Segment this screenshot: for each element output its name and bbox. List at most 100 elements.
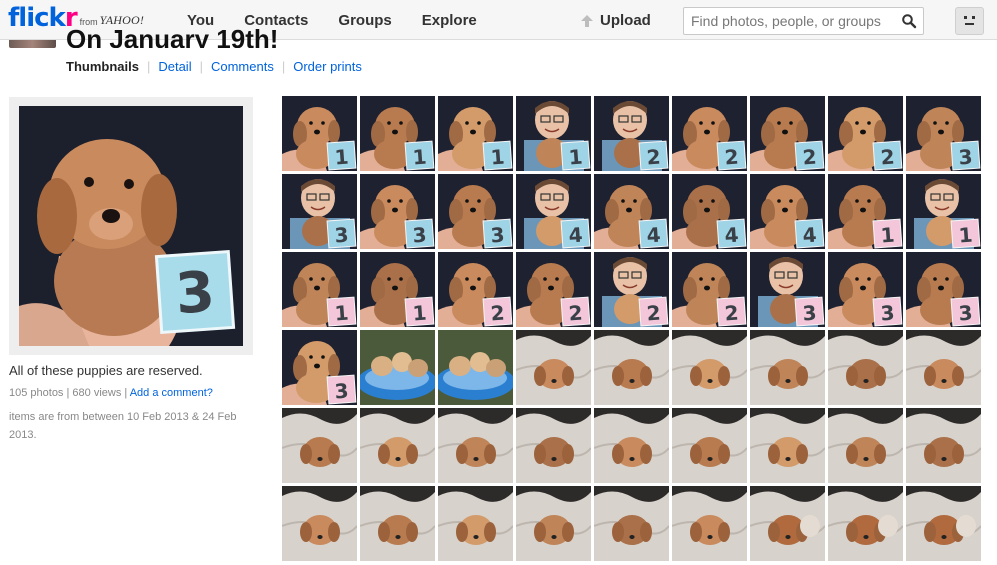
photo-thumbnail[interactable] — [750, 408, 825, 483]
search-box — [683, 7, 924, 35]
photo-thumbnail[interactable]: 3 — [906, 96, 981, 171]
photo-thumbnail[interactable] — [828, 330, 903, 405]
add-comment-link[interactable]: Add a comment? — [130, 387, 213, 399]
photo-thumbnail[interactable] — [438, 408, 513, 483]
photo-thumbnail[interactable] — [906, 486, 981, 561]
thumbnail-card-number: 3 — [880, 301, 896, 326]
thumbnail-image — [516, 408, 591, 483]
thumbnail-card-number: 3 — [412, 223, 428, 248]
photo-thumbnail[interactable] — [438, 486, 513, 561]
tab-comments[interactable]: Comments — [211, 59, 274, 74]
photo-thumbnail[interactable]: 2 — [516, 252, 591, 327]
thumbnail-grid: 1 1 1 1 2 2 2 2 3 3 3 3 4 4 4 4 1 1 1 1 2 2 2 2 3 3 3 3 — [282, 96, 982, 565]
tab-order-prints[interactable]: Order prints — [293, 59, 362, 74]
photo-thumbnail[interactable]: 2 — [438, 252, 513, 327]
thumbnail-image: 2 — [438, 252, 513, 327]
thumbnail-image — [438, 408, 513, 483]
photo-thumbnail[interactable]: 2 — [828, 96, 903, 171]
photo-thumbnail[interactable] — [360, 330, 435, 405]
upload-button[interactable]: Upload — [580, 12, 651, 29]
photo-thumbnail[interactable]: 1 — [906, 174, 981, 249]
thumbnail-card-number: 1 — [958, 223, 974, 248]
upload-label: Upload — [600, 12, 651, 29]
thumbnail-image: 1 — [282, 96, 357, 171]
thumbnail-card-number: 2 — [724, 145, 740, 170]
photo-thumbnail[interactable]: 3 — [750, 252, 825, 327]
thumbnail-card-number: 1 — [412, 301, 428, 326]
photo-thumbnail[interactable] — [906, 330, 981, 405]
photo-thumbnail[interactable]: 3 — [282, 330, 357, 405]
photo-thumbnail[interactable] — [516, 330, 591, 405]
photo-thumbnail[interactable]: 3 — [438, 174, 513, 249]
photo-thumbnail[interactable]: 2 — [594, 252, 669, 327]
photo-thumbnail[interactable]: 4 — [516, 174, 591, 249]
thumbnail-card-number: 2 — [802, 145, 818, 170]
photo-thumbnail[interactable] — [360, 486, 435, 561]
set-cover-frame: 3 — [9, 97, 253, 355]
photo-thumbnail[interactable]: 1 — [360, 96, 435, 171]
photo-thumbnail[interactable] — [282, 486, 357, 561]
nav-groups[interactable]: Groups — [338, 12, 391, 29]
photo-thumbnail[interactable]: 3 — [828, 252, 903, 327]
account-menu-button[interactable] — [955, 7, 984, 35]
cover-puppy-image: 3 — [19, 106, 243, 346]
nav-explore[interactable]: Explore — [422, 12, 477, 29]
photo-thumbnail[interactable]: 1 — [516, 96, 591, 171]
thumbnail-image — [360, 486, 435, 561]
photo-thumbnail[interactable] — [672, 408, 747, 483]
thumbnail-card-number: 2 — [880, 145, 896, 170]
photo-thumbnail[interactable] — [594, 486, 669, 561]
photo-thumbnail[interactable]: 2 — [672, 252, 747, 327]
thumbnail-image: 4 — [672, 174, 747, 249]
photo-thumbnail[interactable]: 2 — [750, 96, 825, 171]
tab-separator: | — [199, 59, 203, 74]
thumbnail-image: 2 — [750, 96, 825, 171]
photo-thumbnail[interactable]: 4 — [594, 174, 669, 249]
photo-thumbnail[interactable] — [516, 486, 591, 561]
photo-thumbnail[interactable]: 1 — [828, 174, 903, 249]
thumbnail-image: 4 — [516, 174, 591, 249]
thumbnail-image — [594, 408, 669, 483]
photo-thumbnail[interactable]: 2 — [672, 96, 747, 171]
photo-thumbnail[interactable] — [906, 408, 981, 483]
photo-thumbnail[interactable]: 3 — [360, 174, 435, 249]
photo-thumbnail[interactable]: 3 — [282, 174, 357, 249]
photo-thumbnail[interactable] — [282, 408, 357, 483]
owner-avatar[interactable] — [9, 40, 56, 48]
photo-thumbnail[interactable] — [594, 330, 669, 405]
tab-detail[interactable]: Detail — [158, 59, 191, 74]
photo-thumbnail[interactable] — [516, 408, 591, 483]
thumbnail-card-number: 4 — [802, 223, 818, 248]
thumbnail-card-number: 3 — [958, 301, 974, 326]
thumbnail-image: 2 — [594, 252, 669, 327]
photo-thumbnail[interactable] — [750, 330, 825, 405]
photo-thumbnail[interactable]: 2 — [594, 96, 669, 171]
thumbnail-image: 1 — [360, 252, 435, 327]
photo-thumbnail[interactable]: 1 — [360, 252, 435, 327]
photo-thumbnail[interactable]: 1 — [282, 252, 357, 327]
thumbnail-image: 3 — [282, 330, 357, 405]
thumbnail-card-number: 4 — [646, 223, 662, 248]
photo-thumbnail[interactable] — [672, 486, 747, 561]
photo-thumbnail[interactable] — [828, 408, 903, 483]
thumbnail-image — [750, 486, 825, 561]
photo-thumbnail[interactable] — [672, 330, 747, 405]
photo-thumbnail[interactable] — [438, 330, 513, 405]
tab-thumbnails[interactable]: Thumbnails — [66, 59, 139, 74]
thumbnail-card-number: 4 — [724, 223, 740, 248]
photo-thumbnail[interactable] — [828, 486, 903, 561]
photo-thumbnail[interactable] — [594, 408, 669, 483]
photo-thumbnail[interactable] — [360, 408, 435, 483]
photo-thumbnail[interactable] — [750, 486, 825, 561]
set-cover-photo[interactable]: 3 — [19, 106, 243, 346]
search-input[interactable] — [691, 12, 896, 30]
photo-thumbnail[interactable]: 1 — [438, 96, 513, 171]
photo-thumbnail[interactable]: 3 — [906, 252, 981, 327]
photo-count: 105 photos — [9, 387, 64, 399]
photo-thumbnail[interactable]: 4 — [750, 174, 825, 249]
thumbnail-image — [360, 330, 435, 405]
photo-thumbnail[interactable]: 4 — [672, 174, 747, 249]
search-icon[interactable] — [901, 13, 917, 29]
photo-thumbnail[interactable]: 1 — [282, 96, 357, 171]
thumbnail-card-number: 2 — [646, 145, 662, 170]
